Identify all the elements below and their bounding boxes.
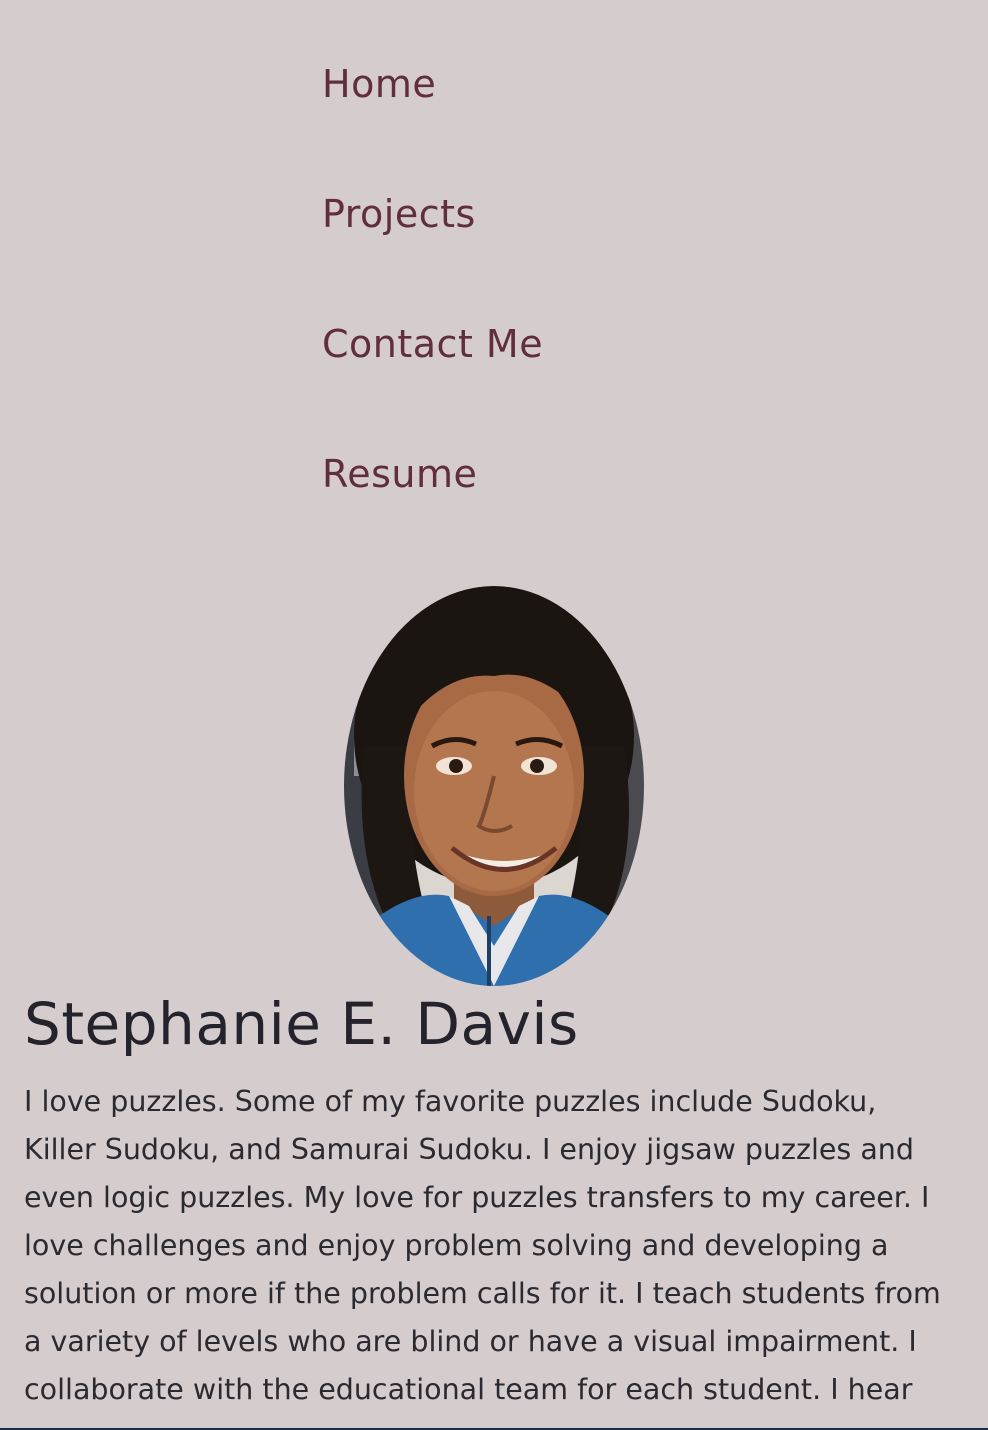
bio-paragraph: I love puzzles. Some of my favorite puzz…	[24, 1078, 974, 1414]
profile-photo	[344, 586, 644, 986]
bio-line: even logic puzzles. My love for puzzles …	[24, 1181, 930, 1214]
profile-name: Stephanie E. Davis	[24, 990, 579, 1058]
bio-line: love challenges and enjoy problem solvin…	[24, 1229, 889, 1262]
bio-line: collaborate with the educational team fo…	[24, 1373, 913, 1406]
nav-projects-link[interactable]: Projects	[322, 192, 476, 236]
nav-contact-link[interactable]: Contact Me	[322, 322, 543, 366]
bio-line: Killer Sudoku, and Samurai Sudoku. I enj…	[24, 1133, 914, 1166]
bio-line: solution or more if the problem calls fo…	[24, 1277, 941, 1310]
nav-home-link[interactable]: Home	[322, 62, 436, 106]
bio-line: I love puzzles. Some of my favorite puzz…	[24, 1085, 877, 1118]
bio-line: a variety of levels who are blind or hav…	[24, 1325, 917, 1358]
nav-resume-link[interactable]: Resume	[322, 452, 477, 496]
